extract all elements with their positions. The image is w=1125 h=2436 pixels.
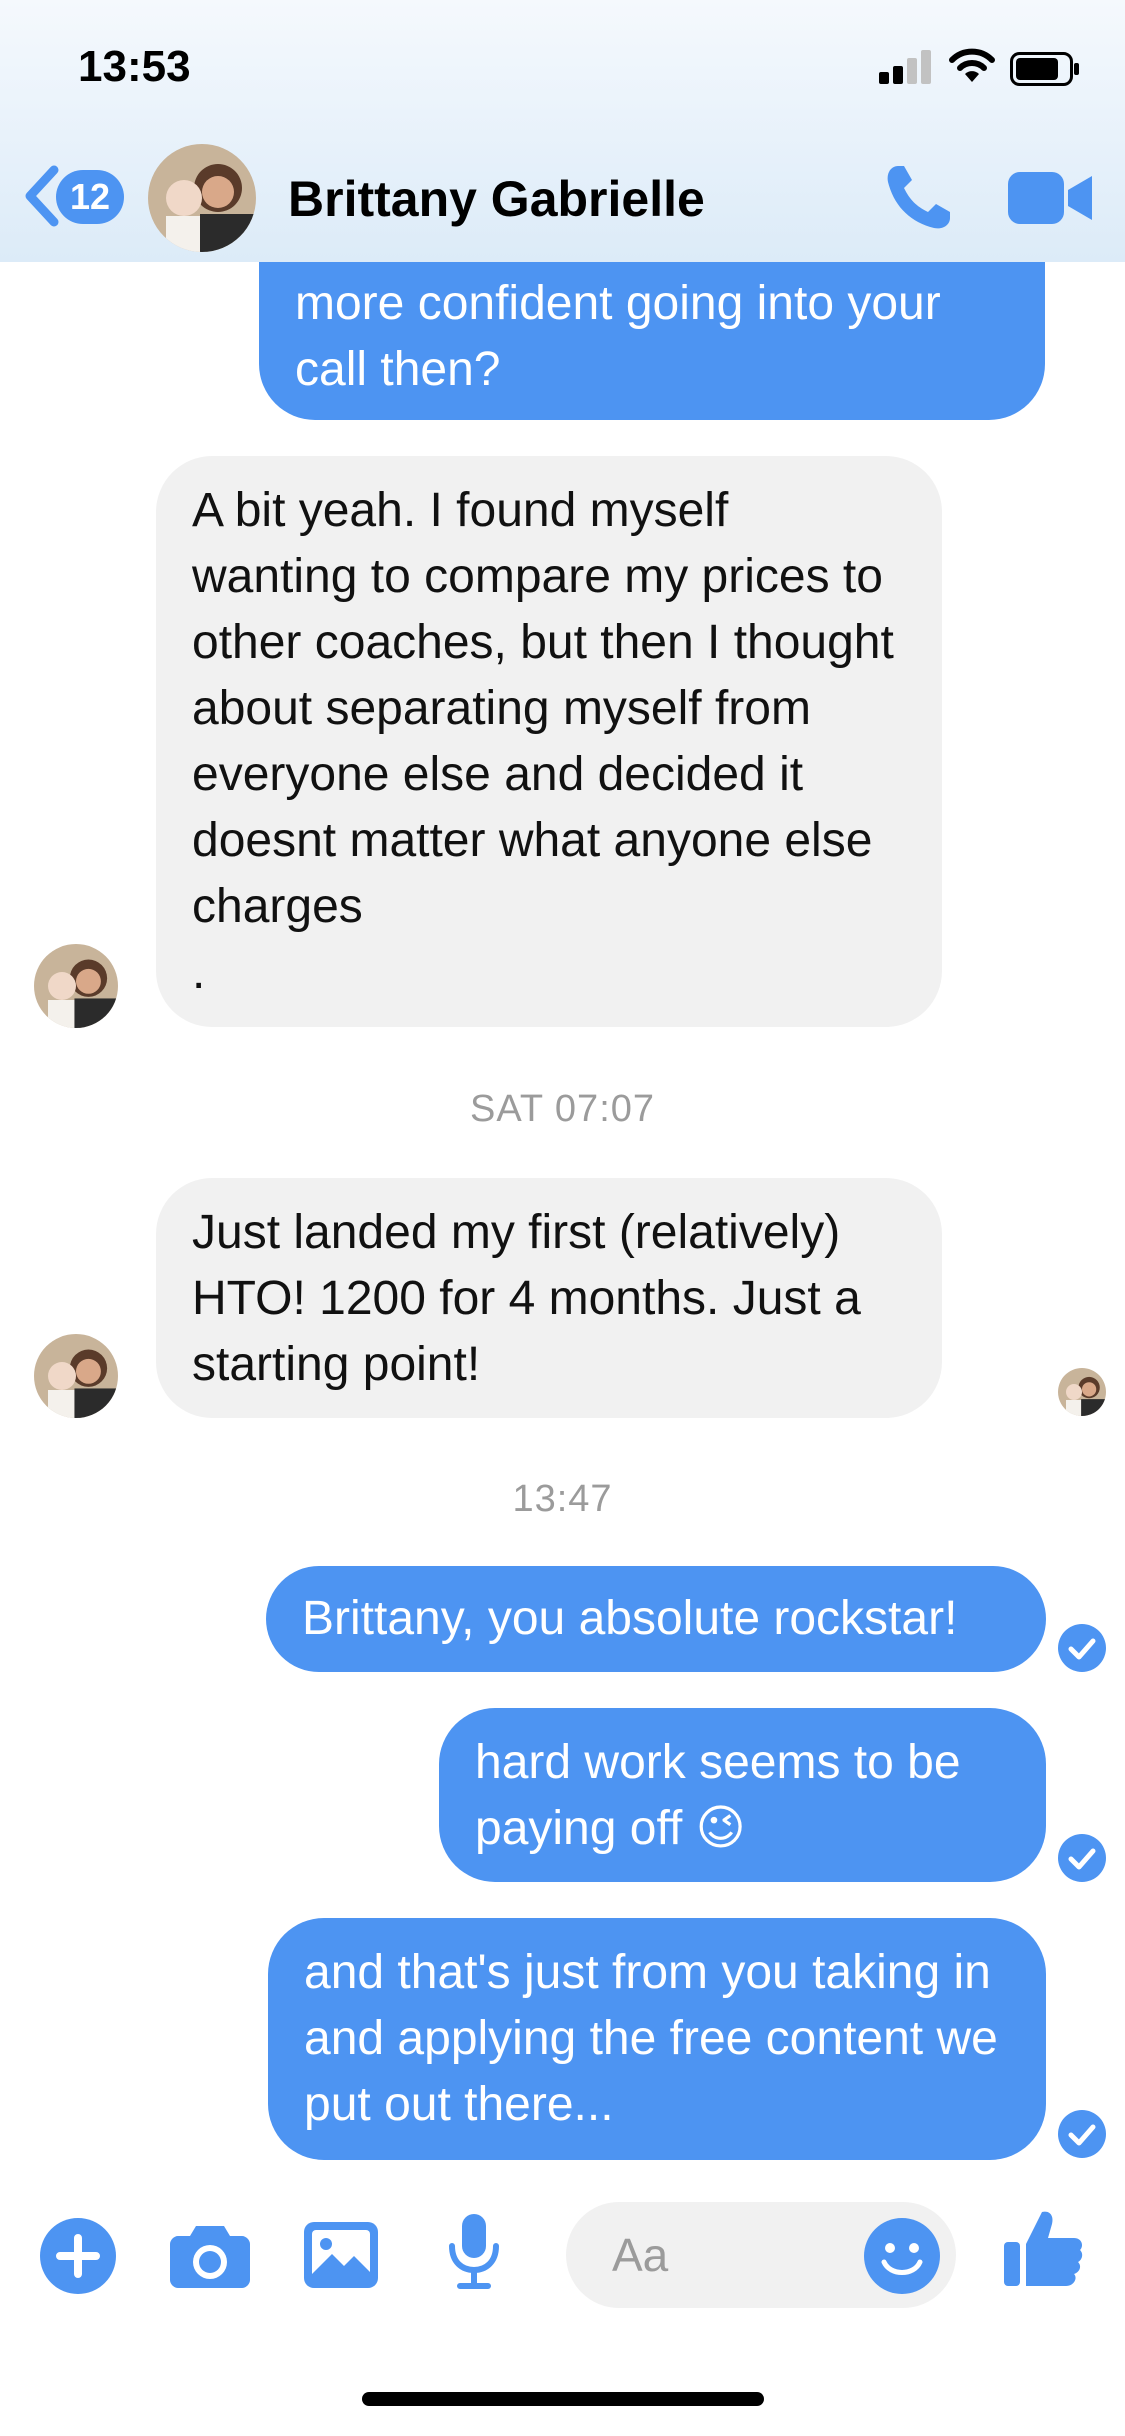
read-receipt-avatar <box>1058 1368 1106 1416</box>
cellular-signal-icon <box>879 50 935 84</box>
message-timestamp: 13:47 <box>512 1478 613 1520</box>
battery-icon <box>1010 52 1079 86</box>
phone-icon[interactable] <box>880 160 956 236</box>
emoji-icon[interactable] <box>864 2218 940 2294</box>
message-incoming[interactable]: Just landed my first (relatively) HTO! 1… <box>156 1178 942 1418</box>
delivered-check-icon <box>1058 1624 1106 1672</box>
camera-icon[interactable] <box>170 2222 250 2288</box>
image-icon[interactable] <box>304 2222 378 2288</box>
thumbs-up-icon[interactable] <box>1004 2208 1084 2288</box>
video-camera-icon[interactable] <box>1008 170 1092 226</box>
contact-avatar[interactable] <box>148 144 256 252</box>
message-incoming[interactable]: A bit yeah. I found myself wanting to co… <box>156 456 942 1027</box>
microphone-icon[interactable] <box>446 2214 502 2290</box>
message-timestamp: SAT 07:07 <box>469 1088 656 1130</box>
home-indicator[interactable] <box>362 2392 764 2406</box>
sender-avatar <box>34 1334 118 1418</box>
unread-count-badge[interactable]: 12 <box>56 170 124 224</box>
status-time: 13:53 <box>78 42 191 91</box>
message-outgoing[interactable]: more confident going into your call then… <box>259 236 1045 420</box>
sender-avatar <box>34 944 118 1028</box>
message-outgoing[interactable]: hard work seems to be paying off 😉 <box>439 1708 1046 1882</box>
plus-icon[interactable] <box>40 2218 116 2294</box>
message-outgoing[interactable]: and that's just from you taking in and a… <box>268 1918 1046 2160</box>
delivered-check-icon <box>1058 2110 1106 2158</box>
message-outgoing[interactable]: Brittany, you absolute rockstar! <box>266 1566 1046 1672</box>
wifi-icon <box>949 48 995 82</box>
message-input-placeholder: Aa <box>612 2229 669 2281</box>
delivered-check-icon <box>1058 1834 1106 1882</box>
contact-name[interactable]: Brittany Gabrielle <box>288 170 705 228</box>
